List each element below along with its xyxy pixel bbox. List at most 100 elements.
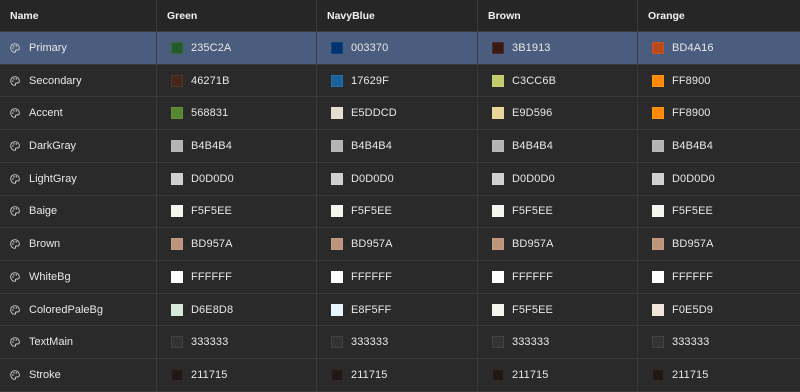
- color-cell-brown[interactable]: 211715: [478, 359, 638, 392]
- color-cell-brown[interactable]: E9D596: [478, 97, 638, 131]
- color-cell-orange[interactable]: BD4A16: [638, 32, 800, 65]
- color-cell-green[interactable]: 235C2A: [157, 32, 317, 65]
- color-cell-orange[interactable]: D0D0D0: [638, 163, 800, 196]
- color-cell-navyblue[interactable]: E8F5FF: [317, 293, 478, 327]
- color-cell-green[interactable]: D0D0D0: [157, 162, 317, 196]
- color-swatch[interactable]: [492, 74, 504, 87]
- row-name-cell[interactable]: Stroke: [0, 359, 157, 392]
- color-swatch[interactable]: [171, 140, 183, 153]
- color-swatch[interactable]: [492, 205, 504, 218]
- color-swatch[interactable]: [492, 303, 504, 316]
- color-cell-brown[interactable]: F5F5EE: [478, 195, 638, 229]
- color-cell-green[interactable]: B4B4B4: [157, 130, 317, 163]
- row-name-cell[interactable]: LightGray: [0, 162, 157, 196]
- color-cell-navyblue[interactable]: 17629F: [317, 64, 478, 98]
- color-swatch[interactable]: [652, 205, 664, 218]
- color-swatch[interactable]: [652, 369, 664, 382]
- color-cell-brown[interactable]: C3CC6B: [478, 64, 638, 98]
- color-swatch[interactable]: [652, 172, 664, 185]
- color-cell-navyblue[interactable]: FFFFFF: [317, 261, 478, 294]
- color-cell-navyblue[interactable]: D0D0D0: [317, 162, 478, 196]
- color-swatch[interactable]: [652, 303, 664, 316]
- color-swatch[interactable]: [652, 41, 664, 54]
- color-swatch[interactable]: [492, 238, 504, 251]
- color-cell-green[interactable]: 568831: [157, 97, 317, 131]
- color-swatch[interactable]: [652, 238, 664, 251]
- color-swatch[interactable]: [652, 140, 664, 153]
- color-swatch[interactable]: [492, 336, 504, 349]
- row-name-cell[interactable]: ColoredPaleBg: [0, 293, 157, 327]
- color-swatch[interactable]: [492, 270, 504, 283]
- color-swatch[interactable]: [492, 41, 504, 54]
- color-swatch[interactable]: [331, 140, 343, 153]
- color-cell-orange[interactable]: B4B4B4: [638, 130, 800, 163]
- color-cell-brown[interactable]: D0D0D0: [478, 162, 638, 196]
- color-swatch[interactable]: [171, 41, 183, 54]
- color-cell-orange[interactable]: BD957A: [638, 228, 800, 262]
- column-header-navyblue[interactable]: NavyBlue: [317, 0, 478, 32]
- color-cell-navyblue[interactable]: F5F5EE: [317, 195, 478, 229]
- color-cell-navyblue[interactable]: E5DDCD: [317, 97, 478, 131]
- color-swatch[interactable]: [331, 336, 343, 349]
- color-cell-brown[interactable]: 333333: [478, 326, 638, 360]
- color-swatch[interactable]: [331, 107, 343, 120]
- color-swatch[interactable]: [171, 107, 183, 120]
- color-swatch[interactable]: [331, 41, 343, 54]
- color-cell-brown[interactable]: B4B4B4: [478, 130, 638, 163]
- color-cell-green[interactable]: BD957A: [157, 228, 317, 262]
- color-swatch[interactable]: [492, 140, 504, 153]
- color-cell-orange[interactable]: 333333: [638, 326, 800, 360]
- color-cell-navyblue[interactable]: 211715: [317, 359, 478, 392]
- color-swatch[interactable]: [171, 369, 183, 382]
- row-name-cell[interactable]: WhiteBg: [0, 261, 157, 294]
- color-cell-green[interactable]: FFFFFF: [157, 261, 317, 294]
- color-swatch[interactable]: [171, 270, 183, 283]
- row-name-cell[interactable]: Brown: [0, 228, 157, 262]
- color-swatch[interactable]: [171, 336, 183, 349]
- row-name-cell[interactable]: Baige: [0, 195, 157, 229]
- column-header-name[interactable]: Name: [0, 0, 157, 32]
- color-swatch[interactable]: [331, 205, 343, 218]
- color-cell-navyblue[interactable]: 333333: [317, 326, 478, 360]
- row-name-cell[interactable]: Accent: [0, 97, 157, 131]
- color-cell-orange[interactable]: 211715: [638, 359, 800, 392]
- row-name-cell[interactable]: Secondary: [0, 64, 157, 98]
- color-cell-green[interactable]: 211715: [157, 359, 317, 392]
- color-cell-navyblue[interactable]: B4B4B4: [317, 130, 478, 163]
- color-cell-orange[interactable]: F5F5EE: [638, 196, 800, 229]
- color-swatch[interactable]: [331, 238, 343, 251]
- color-cell-green[interactable]: 46271B: [157, 64, 317, 98]
- color-swatch[interactable]: [331, 172, 343, 185]
- color-swatch[interactable]: [652, 270, 664, 283]
- color-swatch[interactable]: [331, 270, 343, 283]
- color-swatch[interactable]: [492, 369, 504, 382]
- column-header-orange[interactable]: Orange: [638, 0, 800, 32]
- row-name-cell[interactable]: TextMain: [0, 326, 157, 360]
- color-swatch[interactable]: [171, 238, 183, 251]
- color-swatch[interactable]: [652, 107, 664, 120]
- color-swatch[interactable]: [171, 303, 183, 316]
- color-cell-brown[interactable]: FFFFFF: [478, 261, 638, 294]
- row-name-cell[interactable]: Primary: [0, 32, 157, 65]
- color-swatch[interactable]: [652, 74, 664, 87]
- color-cell-orange[interactable]: FF8900: [638, 97, 800, 131]
- color-cell-orange[interactable]: F0E5D9: [638, 294, 800, 327]
- color-swatch[interactable]: [652, 336, 664, 349]
- color-swatch[interactable]: [331, 369, 343, 382]
- color-swatch[interactable]: [171, 205, 183, 218]
- color-cell-orange[interactable]: FF8900: [638, 65, 800, 98]
- color-cell-brown[interactable]: F5F5EE: [478, 293, 638, 327]
- color-swatch[interactable]: [171, 74, 183, 87]
- color-cell-navyblue[interactable]: 003370: [317, 32, 478, 65]
- color-swatch[interactable]: [171, 172, 183, 185]
- color-cell-green[interactable]: 333333: [157, 326, 317, 360]
- color-cell-orange[interactable]: FFFFFF: [638, 261, 800, 294]
- color-swatch[interactable]: [331, 303, 343, 316]
- column-header-green[interactable]: Green: [157, 0, 317, 32]
- color-swatch[interactable]: [331, 74, 343, 87]
- color-swatch[interactable]: [492, 107, 504, 120]
- column-header-brown[interactable]: Brown: [478, 0, 638, 32]
- row-name-cell[interactable]: DarkGray: [0, 130, 157, 163]
- color-cell-brown[interactable]: 3B1913: [478, 32, 638, 65]
- color-cell-brown[interactable]: BD957A: [478, 228, 638, 262]
